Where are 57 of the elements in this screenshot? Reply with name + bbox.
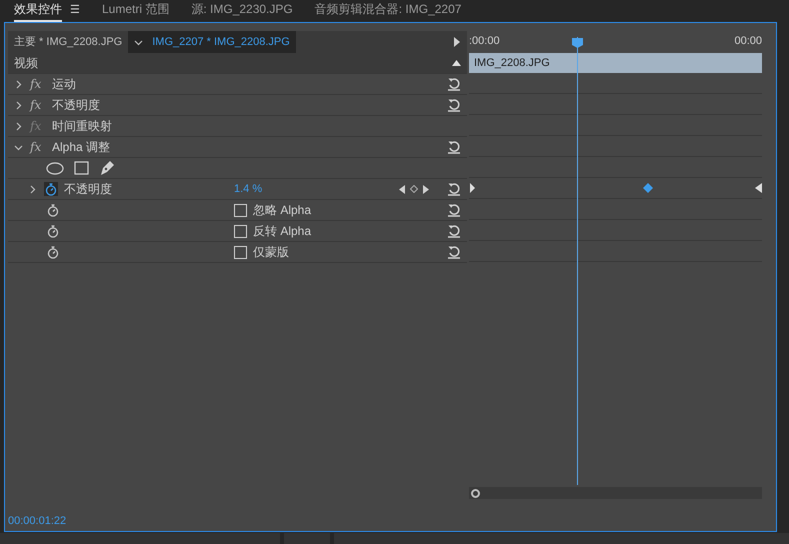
- effect-name: Alpha 调整: [52, 139, 110, 156]
- section-label: 视频: [14, 55, 38, 72]
- playhead-handle[interactable]: [572, 38, 583, 48]
- chevron-right-icon[interactable]: [28, 184, 37, 194]
- play-icon[interactable]: [453, 37, 461, 47]
- effect-name: 时间重映射: [52, 118, 112, 135]
- reset-icon[interactable]: [447, 182, 461, 196]
- panel-tab[interactable]: 音频剪辑混合器: IMG_2207: [314, 0, 462, 20]
- zoom-scrollbar[interactable]: [469, 487, 762, 499]
- chevron-down-icon[interactable]: [14, 142, 23, 152]
- previous-keyframe-icon[interactable]: [399, 184, 405, 194]
- stopwatch-icon[interactable]: [47, 246, 59, 258]
- panel-tab[interactable]: Lumetri 范围: [102, 0, 170, 20]
- checkbox[interactable]: [234, 246, 247, 258]
- chevron-down-icon[interactable]: [134, 38, 144, 46]
- panel-menu[interactable]: ☰: [70, 2, 80, 20]
- ruler-time: 00:00: [734, 34, 762, 49]
- panel-tab[interactable]: 源: IMG_2230.JPG: [191, 0, 293, 20]
- param-name: 不透明度: [64, 181, 113, 198]
- next-keyframe-icon[interactable]: [423, 184, 429, 194]
- checkbox[interactable]: [234, 204, 247, 216]
- clip-bar: IMG_2208.JPG: [469, 53, 762, 73]
- effect-name: 运动: [52, 76, 76, 93]
- fx-badge[interactable]: fx: [30, 138, 46, 156]
- stopwatch-icon[interactable]: [47, 204, 59, 216]
- stopwatch-icon[interactable]: [47, 224, 59, 238]
- reset-icon[interactable]: [447, 77, 461, 91]
- reset-icon[interactable]: [447, 203, 461, 217]
- collapse-icon[interactable]: [452, 60, 461, 66]
- param-value[interactable]: 1.4 %: [234, 180, 262, 198]
- checkbox-label: 反转 Alpha: [253, 223, 312, 240]
- effect-name: 不透明度: [52, 97, 100, 114]
- ruler-time: :00:00: [469, 34, 500, 49]
- keyframe-start-icon: [470, 183, 475, 193]
- reset-icon[interactable]: [447, 245, 461, 259]
- chevron-right-icon[interactable]: [14, 122, 23, 130]
- checkbox-label: 忽略 Alpha: [253, 202, 312, 219]
- scroll-handle[interactable]: [471, 488, 480, 498]
- reset-icon[interactable]: [447, 140, 461, 154]
- rectangle-mask-icon[interactable]: [74, 161, 89, 175]
- chevron-right-icon[interactable]: [14, 80, 23, 88]
- chevron-right-icon[interactable]: [14, 100, 23, 110]
- timecode[interactable]: 00:00:01:22: [8, 512, 66, 530]
- fx-badge[interactable]: fx: [30, 96, 46, 114]
- pen-icon[interactable]: [99, 160, 115, 176]
- ellipse-mask-icon[interactable]: [46, 162, 64, 174]
- checkbox[interactable]: [234, 224, 247, 238]
- keyframe-end-icon: [755, 183, 762, 193]
- checkbox-label: 仅蒙版: [253, 244, 289, 261]
- keyframe-diamond-icon[interactable]: [643, 183, 653, 193]
- stopwatch-icon[interactable]: [45, 182, 57, 196]
- reset-icon[interactable]: [447, 98, 461, 112]
- fx-badge[interactable]: fx: [30, 75, 46, 93]
- clip-tab[interactable]: IMG_2207 * IMG_2208.JPG: [128, 31, 296, 53]
- reset-icon[interactable]: [447, 224, 461, 238]
- panel-background: [284, 533, 330, 544]
- add-keyframe-icon[interactable]: [410, 185, 418, 193]
